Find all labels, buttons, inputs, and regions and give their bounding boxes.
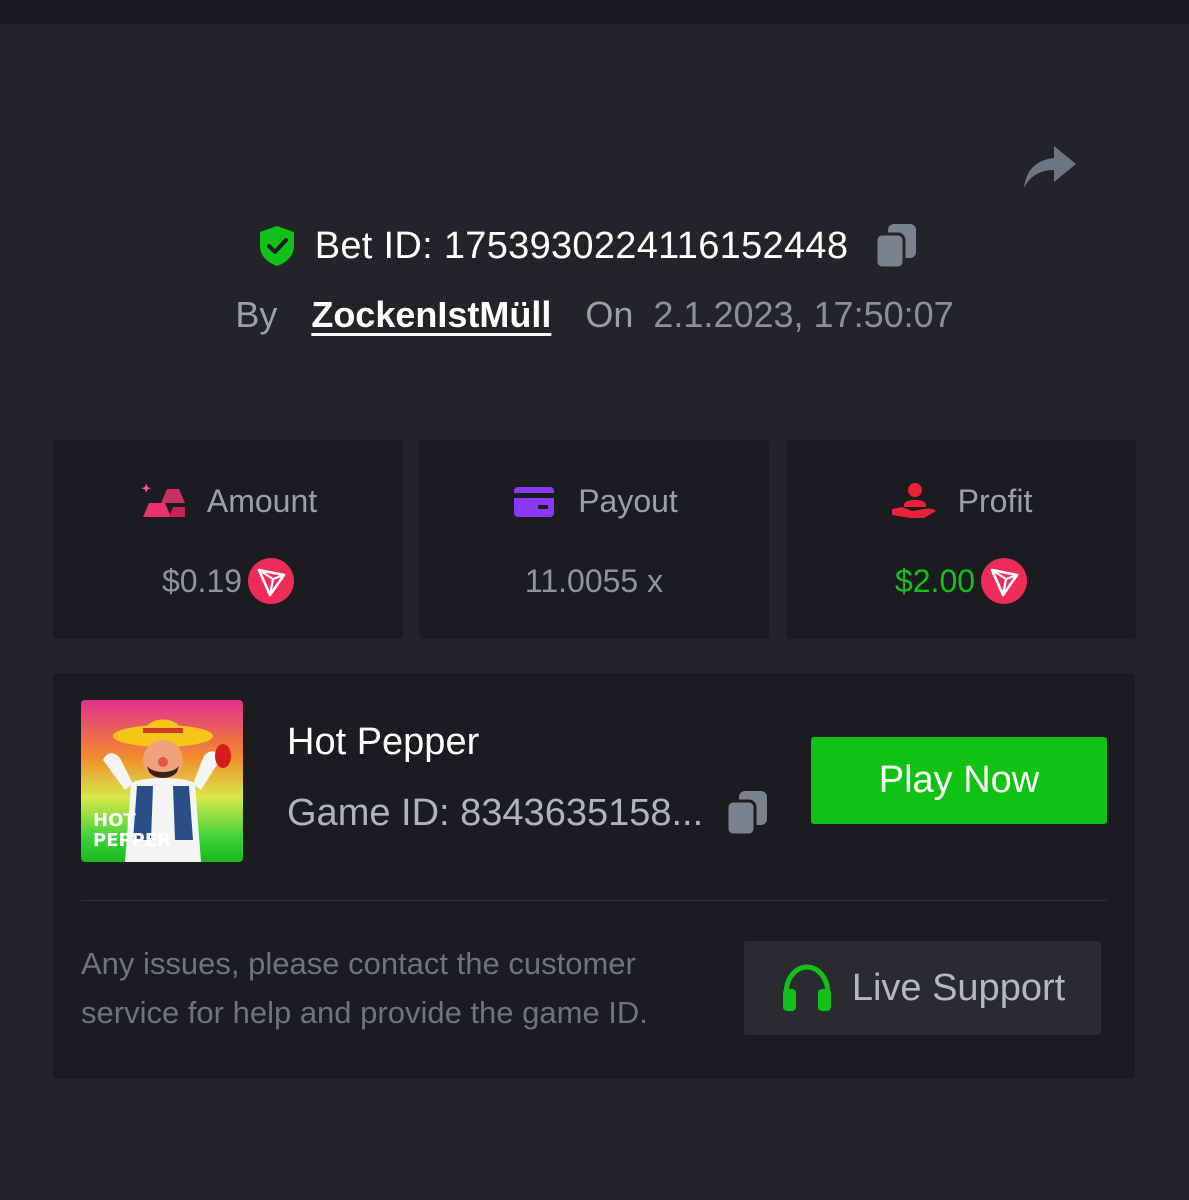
game-card: HOT PEPPER Hot Pepper Game ID: 834363515… xyxy=(53,673,1135,1079)
username-link[interactable]: ZockenIstMüll xyxy=(311,294,551,336)
live-support-button[interactable]: Live Support xyxy=(744,941,1101,1035)
payout-value: 11.0055 x xyxy=(524,562,664,599)
bet-datetime: 2.1.2023, 17:50:07 xyxy=(653,294,954,335)
amount-value: $0.19 xyxy=(161,562,243,599)
help-text: Any issues, please contact the customer … xyxy=(81,946,648,1030)
amount-card: Amount $0.19 xyxy=(53,440,403,639)
game-thumbnail[interactable]: HOT PEPPER xyxy=(81,700,243,862)
headset-icon xyxy=(780,963,834,1013)
on-label: On xyxy=(585,294,634,335)
payout-card: Payout 11.0055 x xyxy=(419,440,769,639)
profit-card: Profit $2.00 xyxy=(786,440,1136,639)
tron-icon xyxy=(981,558,1028,604)
live-support-label: Live Support xyxy=(851,966,1066,1009)
profit-label: Profit xyxy=(957,482,1033,519)
payout-label: Payout xyxy=(578,482,678,519)
profit-value: $2.00 xyxy=(894,562,976,599)
game-id-row: Game ID: 8343635158... xyxy=(287,785,769,841)
divider xyxy=(81,900,1107,901)
verified-shield-icon xyxy=(257,224,297,268)
share-icon[interactable] xyxy=(1018,138,1080,194)
hand-user-icon xyxy=(890,481,938,521)
bet-id: Bet ID: 1753930224116152448 xyxy=(314,224,849,267)
card-icon xyxy=(510,481,558,521)
by-label: By xyxy=(235,294,278,335)
gold-bars-icon xyxy=(139,481,187,521)
game-name: Hot Pepper xyxy=(287,721,480,763)
top-bar xyxy=(0,0,1189,24)
copy-bet-id-icon[interactable] xyxy=(874,222,918,270)
amount-label: Amount xyxy=(206,482,318,519)
thumbnail-text-hot: HOT xyxy=(93,810,136,831)
play-now-button[interactable]: Play Now xyxy=(811,737,1107,824)
bet-meta-row: By ZockenIstMüll On 2.1.2023, 17:50:07 xyxy=(0,288,1189,342)
game-id: Game ID: 8343635158... xyxy=(287,791,704,834)
bet-id-row: Bet ID: 1753930224116152448 xyxy=(0,218,1189,274)
copy-game-id-icon[interactable] xyxy=(725,789,769,837)
thumbnail-text-pepper: PEPPER xyxy=(93,830,171,851)
tron-icon xyxy=(248,558,295,604)
